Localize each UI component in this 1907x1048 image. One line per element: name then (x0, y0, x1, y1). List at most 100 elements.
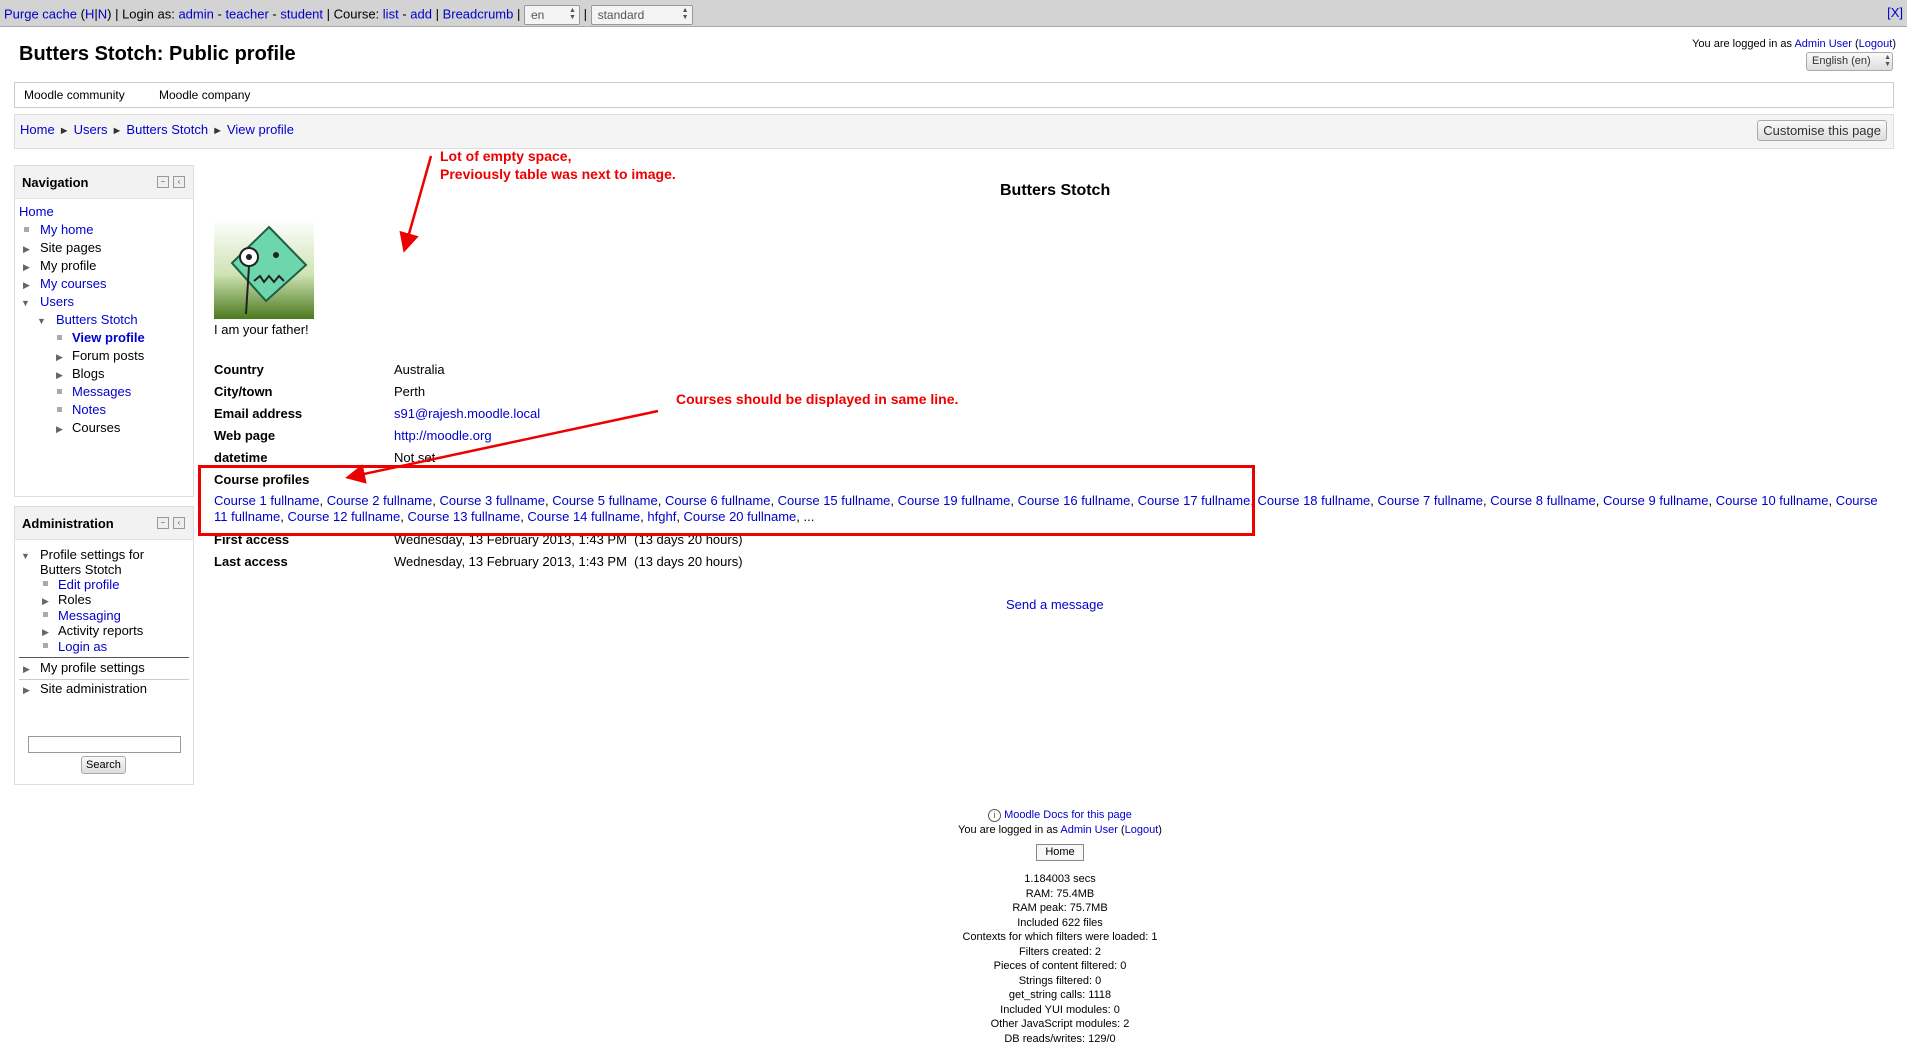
expand-arrow-icon[interactable]: ▶ (23, 262, 30, 273)
collapse-icon[interactable]: − (157, 176, 169, 188)
navigation-block: Navigation − ‹ Home My home ▶ Site pages… (14, 165, 194, 497)
admin-profile-settings[interactable]: Profile settings for (40, 547, 144, 562)
menu-item-moodle-community[interactable]: Moodle community (24, 88, 125, 102)
bullet-icon (57, 389, 62, 394)
close-toolbar-link[interactable]: [X] (1887, 5, 1903, 20)
breadcrumb-user[interactable]: Butters Stotch (126, 122, 208, 137)
perf-line: Strings filtered: 0 (1018, 974, 1102, 987)
email-label: Email address (214, 406, 303, 421)
city-value: Perth (394, 384, 426, 399)
nav-users[interactable]: Users (40, 294, 74, 309)
dock-icon[interactable]: ‹ (173, 517, 185, 529)
dock-icon[interactable]: ‹ (173, 176, 185, 188)
perf-line: Other JavaScript modules: 2 (990, 1018, 1130, 1030)
expand-arrow-icon[interactable]: ▶ (23, 244, 30, 255)
course-add-link[interactable]: add (410, 6, 432, 21)
expand-arrow-icon[interactable]: ▶ (56, 370, 63, 381)
footer-home-button[interactable]: Home (1036, 844, 1084, 861)
footer-logout-link[interactable]: Logout (1125, 824, 1159, 836)
purge-h-link[interactable]: H (85, 6, 94, 21)
nav-butters-stotch[interactable]: Butters Stotch (56, 312, 138, 327)
breadcrumb-home[interactable]: Home (20, 122, 55, 137)
nav-courses[interactable]: Courses (72, 420, 120, 435)
admin-search-input[interactable] (28, 736, 181, 753)
custom-menu: Moodle community Moodle company (14, 82, 1894, 108)
theme-select[interactable]: standard ▲ ▼ (590, 5, 693, 25)
email-link[interactable]: s91@rajesh.moodle.local (394, 406, 540, 421)
breadcrumb-link[interactable]: Breadcrumb (443, 6, 514, 21)
collapse-arrow-icon[interactable]: ▼ (37, 316, 46, 326)
expand-arrow-icon[interactable]: ▶ (23, 664, 30, 675)
purge-n-link[interactable]: N (98, 6, 107, 21)
language-menu[interactable]: English (en) ▲ ▼ (1806, 52, 1893, 71)
admin-my-profile-settings[interactable]: My profile settings (40, 660, 145, 675)
block-title: Administration (22, 516, 114, 531)
course-link[interactable]: Course 18 fullname (1258, 493, 1371, 508)
expand-arrow-icon[interactable]: ▶ (42, 627, 49, 638)
collapse-icon[interactable]: − (157, 517, 169, 529)
customise-page-button[interactable]: Customise this page (1757, 120, 1887, 141)
course-link[interactable]: Course 10 fullname (1716, 493, 1829, 508)
expand-arrow-icon[interactable]: ▶ (56, 352, 63, 363)
divider (19, 657, 189, 658)
perf-line: DB reads/writes: 129/0 (1004, 1032, 1116, 1045)
info-icon: i (988, 808, 1002, 822)
perf-line: Included YUI modules: 0 (1000, 1003, 1120, 1016)
annotation-empty-space: Lot of empty space, Previously table was… (440, 148, 676, 182)
divider (19, 679, 189, 680)
nav-my-courses[interactable]: My courses (40, 276, 106, 291)
footer: i Moodle Docs for this page You are logg… (0, 808, 1907, 1046)
menu-item-moodle-company[interactable]: Moodle company (159, 88, 250, 102)
nav-site-pages[interactable]: Site pages (40, 240, 101, 255)
breadcrumb-users[interactable]: Users (74, 122, 108, 137)
course-link[interactable]: Course 9 fullname (1603, 493, 1709, 508)
annotation-arrow-icon (399, 155, 433, 253)
datetime-value: Not set (394, 450, 436, 465)
footer-user-link[interactable]: Admin User (1060, 824, 1117, 836)
login-as-student-link[interactable]: student (280, 6, 323, 21)
nav-home[interactable]: Home (19, 204, 54, 219)
admin-site-administration[interactable]: Site administration (40, 681, 147, 696)
expand-arrow-icon[interactable]: ▶ (23, 280, 30, 291)
send-message-link[interactable]: Send a message (1006, 597, 1104, 612)
admin-activity-reports[interactable]: Activity reports (58, 623, 143, 638)
administration-block: Administration − ‹ ▼ Profile settings fo… (14, 506, 194, 785)
admin-search-button[interactable]: Search (81, 756, 126, 774)
user-avatar[interactable] (214, 219, 314, 319)
logout-link[interactable]: Logout (1859, 38, 1893, 50)
collapse-arrow-icon[interactable]: ▼ (21, 298, 30, 308)
web-page-link[interactable]: http://moodle.org (394, 428, 492, 443)
admin-login-as[interactable]: Login as (58, 639, 107, 654)
login-as-admin-link[interactable]: admin (178, 6, 213, 21)
nav-notes[interactable]: Notes (72, 402, 106, 417)
course-list-link[interactable]: list (383, 6, 399, 21)
collapse-arrow-icon[interactable]: ▼ (21, 551, 30, 561)
breadcrumb-view-profile[interactable]: View profile (227, 122, 294, 137)
country-value: Australia (394, 362, 445, 377)
expand-arrow-icon[interactable]: ▶ (23, 685, 30, 696)
spinner-arrows-icon: ▲ ▼ (569, 7, 576, 21)
separator-arrow-icon: ► (212, 125, 223, 137)
expand-arrow-icon[interactable]: ▶ (56, 424, 63, 435)
nav-messages[interactable]: Messages (72, 384, 131, 399)
nav-view-profile[interactable]: View profile (72, 330, 145, 345)
bullet-icon (43, 581, 48, 586)
login-as-teacher-link[interactable]: teacher (225, 6, 268, 21)
admin-messaging[interactable]: Messaging (58, 608, 121, 623)
nav-blogs[interactable]: Blogs (72, 366, 105, 381)
nav-forum-posts[interactable]: Forum posts (72, 348, 144, 363)
nav-my-profile[interactable]: My profile (40, 258, 96, 273)
separator-arrow-icon: ► (58, 125, 70, 137)
admin-edit-profile[interactable]: Edit profile (58, 577, 119, 592)
expand-arrow-icon[interactable]: ▶ (42, 596, 49, 607)
perf-line: get_string calls: 1118 (1008, 989, 1112, 1001)
country-label: Country (214, 362, 264, 377)
nav-my-home[interactable]: My home (40, 222, 93, 237)
user-link[interactable]: Admin User (1794, 38, 1851, 50)
course-link[interactable]: Course 8 fullname (1490, 493, 1596, 508)
purge-cache-link[interactable]: Purge cache (4, 6, 77, 21)
moodle-docs-link[interactable]: Moodle Docs for this page (1004, 809, 1132, 821)
admin-roles[interactable]: Roles (58, 592, 91, 607)
language-select[interactable]: en ▲ ▼ (523, 5, 580, 25)
course-link[interactable]: Course 7 fullname (1378, 493, 1484, 508)
